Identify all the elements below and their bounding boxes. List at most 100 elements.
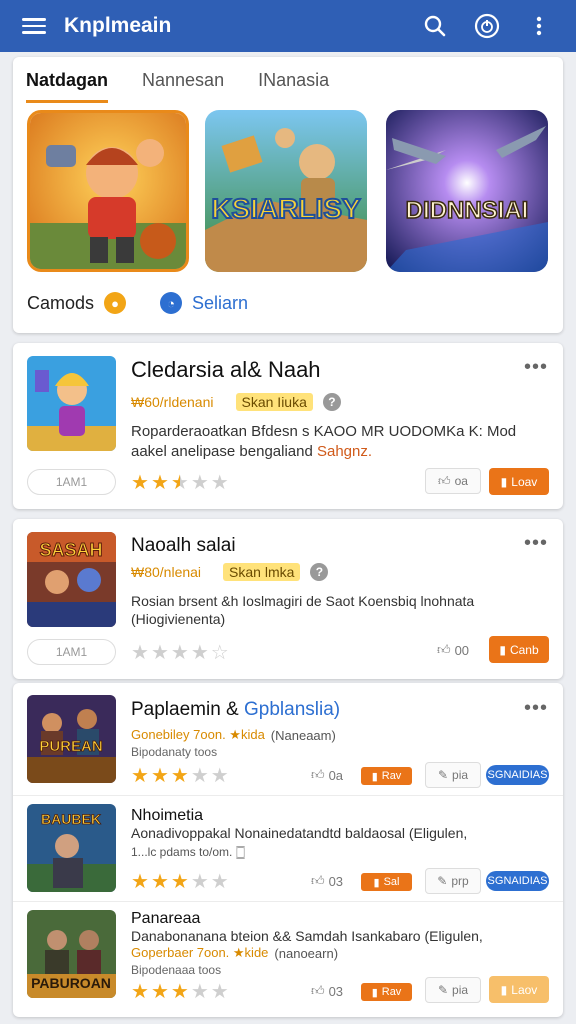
chip-row: Camods ● ◔ Seliarn [27, 292, 248, 314]
list-2-thumb-title: BAUBEK [41, 811, 101, 827]
app-2-size-pill: 1AM1 [27, 639, 116, 665]
list-2-thumbnail[interactable]: BAUBEK [27, 804, 116, 892]
list-1-blue-button[interactable]: SGNAIDIAS [486, 765, 549, 785]
list-1-gray-label: pia [452, 768, 469, 782]
list-2-orange-label: Sal [383, 876, 400, 888]
star-icon: ★ [190, 871, 209, 893]
star-icon: ★ [150, 472, 169, 494]
app-1-like-button[interactable]: 👍︎ oa [425, 468, 481, 494]
menu-icon[interactable] [22, 18, 46, 34]
list-1-name-part1: Paplaemin & [131, 699, 245, 720]
list-3-gray-button[interactable]: ✎ pia [425, 977, 481, 1003]
list-3-tag: Goperbaer 7oon. ★kide [131, 945, 269, 960]
star-icon: ★ [150, 642, 169, 664]
list-1-meta: Gonebiley 7oon. ★kida (Naneaam) [131, 727, 336, 743]
list-2-orange-button[interactable]: ▮ Sal [361, 873, 412, 891]
list-3-pale-button[interactable]: ▮ Laov [489, 976, 549, 1003]
list-1-like-count: 0a [328, 767, 344, 783]
bookmark-icon: ▮ [500, 982, 508, 997]
app-2-desc-line-1: Rosian brsent &h Ioslmagiri de Saot Koen… [131, 593, 475, 609]
list-3-name[interactable]: Panareaa [131, 910, 200, 928]
app-2-tag: ₩80/nlenai [131, 564, 202, 580]
app-2-more-icon[interactable]: ••• [524, 532, 548, 555]
featured-game-1[interactable] [27, 110, 189, 272]
app-2-action-label: Canb [509, 642, 539, 657]
app-1-name[interactable]: Cledarsia al& Naah [131, 357, 321, 383]
list-1-tag: Gonebiley 7oon. ★kida [131, 727, 265, 742]
list-3-like-button[interactable]: 👍︎ 03 [304, 978, 350, 1004]
star-half-icon: ★ [170, 472, 189, 494]
app-1-badge: Skan Iiuka [235, 393, 313, 411]
star-icon: ★ [170, 642, 189, 664]
list-3-thumb-title: PABUROAN [31, 975, 111, 991]
list-1-rating: ★ ★ ★ ★ ★ [131, 763, 229, 788]
list-2-rating: ★ ★ ★ ★ ★ [131, 869, 229, 894]
more-vert-icon[interactable] [524, 11, 554, 41]
star-icon: ★ [150, 871, 169, 893]
list-2-blue-button[interactable]: SGNAIDIAS [486, 871, 549, 891]
star-icon: ★ [170, 981, 189, 1003]
featured-game-2[interactable]: KSIARLISY [205, 110, 367, 272]
coin-icon[interactable]: ● [104, 292, 127, 314]
app-2-thumb-title: SASAH [39, 540, 102, 560]
star-icon: ★ [210, 472, 229, 494]
help-icon[interactable]: ? [322, 393, 341, 411]
app-1-desc-link[interactable]: Sahgnz. [317, 443, 372, 460]
star-icon: ★ [131, 871, 149, 893]
app-1-desc-line-2: aakel anelipase bengaliand Sahgnz. [131, 442, 541, 462]
chip-seliarn-label[interactable]: Seliarn [192, 293, 248, 314]
thumbs-up-icon: 👍︎ [438, 473, 451, 488]
divider [13, 901, 563, 902]
star-icon: ★ [131, 472, 149, 494]
tab-natdagan[interactable]: Natdagan [26, 70, 109, 103]
star-icon: ☆ [210, 642, 229, 664]
help-icon[interactable]: ? [310, 563, 329, 581]
app-1-size-pill: 1AM1 [27, 469, 116, 495]
list-1-name-part2[interactable]: Gpblanslia) [244, 699, 340, 720]
chip-camods-label[interactable]: Camods [27, 293, 94, 314]
star-icon: ★ [170, 765, 189, 787]
list-3-thumbnail[interactable]: PABUROAN [27, 910, 116, 998]
list-1-orange-button[interactable]: ▮ Rav [361, 767, 412, 785]
app-1-desc-line-2a: aakel anelipase bengaliand [131, 443, 317, 460]
list-1-thumbnail[interactable]: PUREAN [27, 695, 116, 783]
list-2-sub: 1...lc pdams to/om. 🀆 [131, 845, 246, 859]
star-icon: ★ [190, 765, 209, 787]
tab-inanasia[interactable]: INanasia [258, 70, 329, 103]
app-1-meta: ₩60/rldenani Skan Iiuka ? [131, 393, 341, 411]
chat-icon[interactable]: ◔ [160, 292, 183, 314]
search-icon[interactable] [420, 11, 450, 41]
featured-game-3[interactable]: DIDNNSIAI [386, 110, 548, 272]
list-2-gray-button[interactable]: ✎ prp [425, 868, 481, 894]
star-icon: ★ [150, 981, 169, 1003]
app-2-action-button[interactable]: ▮ Canb [489, 636, 549, 663]
app-1-like-count: oa [454, 474, 468, 488]
list-1-more-icon[interactable]: ••• [524, 697, 548, 720]
list-1-gray-button[interactable]: ✎ pia [425, 762, 481, 788]
app-2-thumbnail[interactable]: SASAH [27, 532, 116, 627]
list-1-name[interactable]: Paplaemin & Gpblanslia) [131, 699, 340, 721]
app-2-name[interactable]: Naoalh salai [131, 535, 236, 557]
star-icon: ★ [170, 871, 189, 893]
star-icon: ★ [190, 472, 209, 494]
app-2-like-button[interactable]: 👍︎ 00 [428, 637, 478, 663]
thumbs-up-icon: 👍︎ [310, 767, 325, 782]
app-1-action-button[interactable]: ▮ Loav [489, 468, 549, 495]
list-2-like-button[interactable]: 👍︎ 03 [304, 868, 350, 894]
list-3-orange-button[interactable]: ▮ Rav [361, 983, 412, 1001]
star-icon: ★ [131, 981, 149, 1003]
thumbs-up-icon: 👍︎ [310, 983, 325, 998]
bookmark-icon: ▮ [371, 986, 378, 999]
app-2-like-count: 00 [454, 642, 470, 658]
list-3-tag-note: (nanoearn) [274, 945, 339, 961]
list-2-name[interactable]: Nhoimetia [131, 807, 203, 825]
tab-bar: Natdagan Nannesan INanasia [26, 70, 329, 103]
bookmark-icon: ▮ [373, 876, 380, 889]
app-1-more-icon[interactable]: ••• [524, 356, 548, 379]
app-1-thumbnail[interactable] [27, 356, 116, 451]
app-1-description: Roparderaoatkan Bfdesn s KAOO MR UODOMKa… [131, 422, 541, 462]
bookmark-icon: ▮ [371, 770, 378, 783]
tab-nannesan[interactable]: Nannesan [142, 70, 224, 103]
timer-icon[interactable] [472, 11, 502, 41]
list-1-like-button[interactable]: 👍︎ 0a [304, 762, 350, 788]
